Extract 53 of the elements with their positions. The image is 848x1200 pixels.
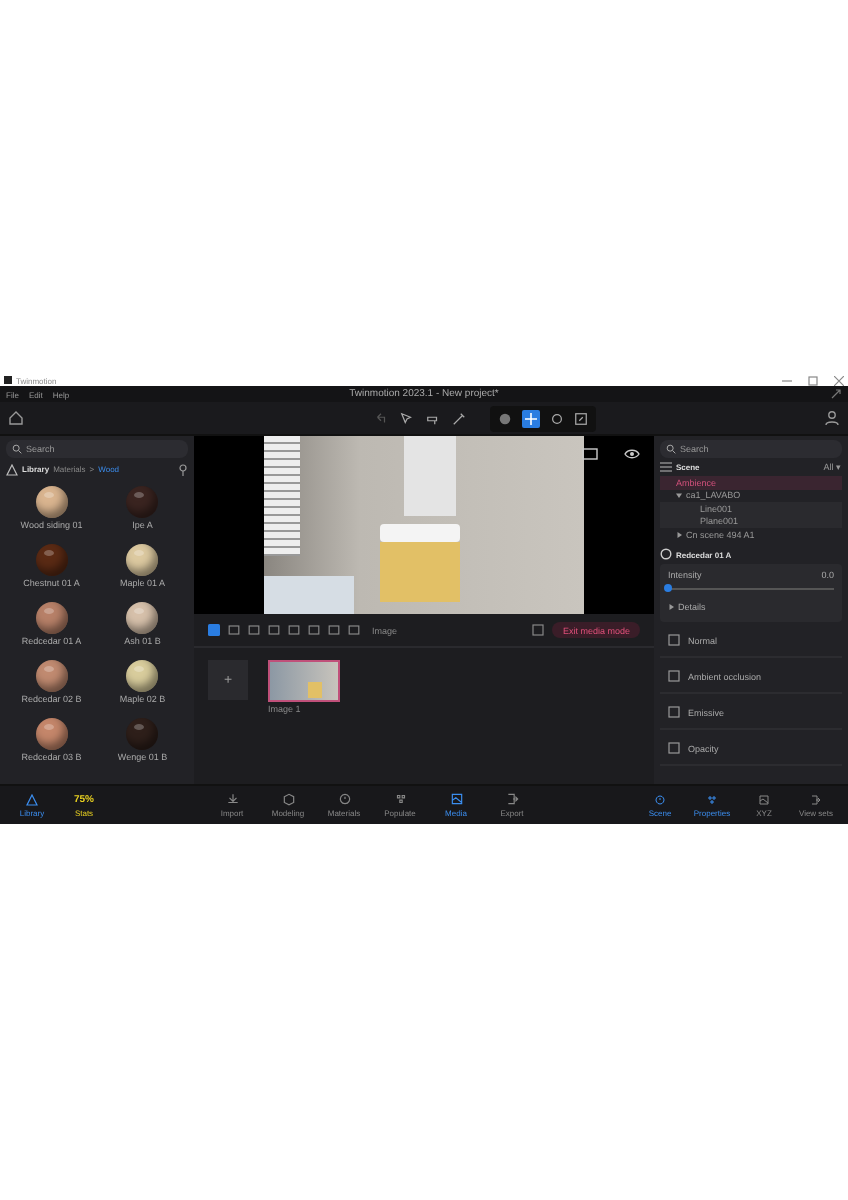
select-tool-icon[interactable]: [399, 411, 413, 425]
panel-icon: [758, 793, 770, 805]
caret-icon[interactable]: [676, 531, 682, 538]
section-icon: [668, 742, 680, 754]
paint-tool-icon[interactable]: [425, 411, 439, 425]
rotate-tool-icon[interactable]: [549, 411, 563, 425]
slider-thumb[interactable]: [664, 584, 672, 592]
search-icon: [12, 444, 22, 454]
caret-icon: [668, 604, 674, 610]
material-swatch[interactable]: [35, 543, 68, 576]
material-icon: [660, 548, 672, 560]
material-swatch[interactable]: [35, 659, 68, 692]
material-swatch[interactable]: [35, 601, 68, 634]
undo-icon[interactable]: [373, 411, 387, 425]
caret-icon[interactable]: [676, 492, 682, 499]
eye-icon[interactable]: [624, 448, 640, 460]
user-icon[interactable]: [824, 410, 840, 426]
material-swatch[interactable]: [126, 659, 159, 692]
move-tool-icon[interactable]: [521, 409, 539, 427]
list-icon: [660, 462, 672, 472]
panel-icon: [706, 793, 718, 805]
panel-icon: [810, 793, 822, 805]
expand-icon[interactable]: [830, 388, 842, 400]
library-icon: [6, 463, 18, 475]
material-swatch[interactable]: [126, 485, 159, 518]
material-swatch[interactable]: [126, 601, 159, 634]
mode-icon: [281, 792, 295, 806]
section-icon: [668, 670, 680, 682]
mode-icon: [337, 792, 351, 806]
material-swatch[interactable]: [126, 543, 159, 576]
material-swatch[interactable]: [35, 717, 68, 750]
frame-icon[interactable]: [582, 448, 598, 460]
scale-tool-icon[interactable]: [573, 411, 587, 425]
material-swatch[interactable]: [35, 485, 68, 518]
close-icon[interactable]: [834, 375, 844, 385]
mode-icon: [225, 792, 239, 806]
mode-icon: [449, 792, 463, 806]
section-icon: [668, 634, 680, 646]
picture-icon[interactable]: [532, 624, 545, 636]
picker-tool-icon[interactable]: [451, 411, 465, 425]
section-icon: [668, 706, 680, 718]
image-thumbnail[interactable]: [268, 660, 340, 702]
sphere-icon[interactable]: [497, 411, 511, 425]
material-swatch[interactable]: [126, 717, 159, 750]
app-logo-icon: [4, 376, 12, 384]
mode-icon: [505, 792, 519, 806]
search-icon: [666, 444, 676, 454]
panel-icon: [654, 793, 666, 805]
home-icon[interactable]: [8, 410, 24, 426]
maximize-icon[interactable]: [808, 375, 818, 385]
pin-icon[interactable]: [178, 463, 188, 475]
mode-icon: [393, 792, 407, 806]
triangle-icon: [26, 793, 38, 805]
